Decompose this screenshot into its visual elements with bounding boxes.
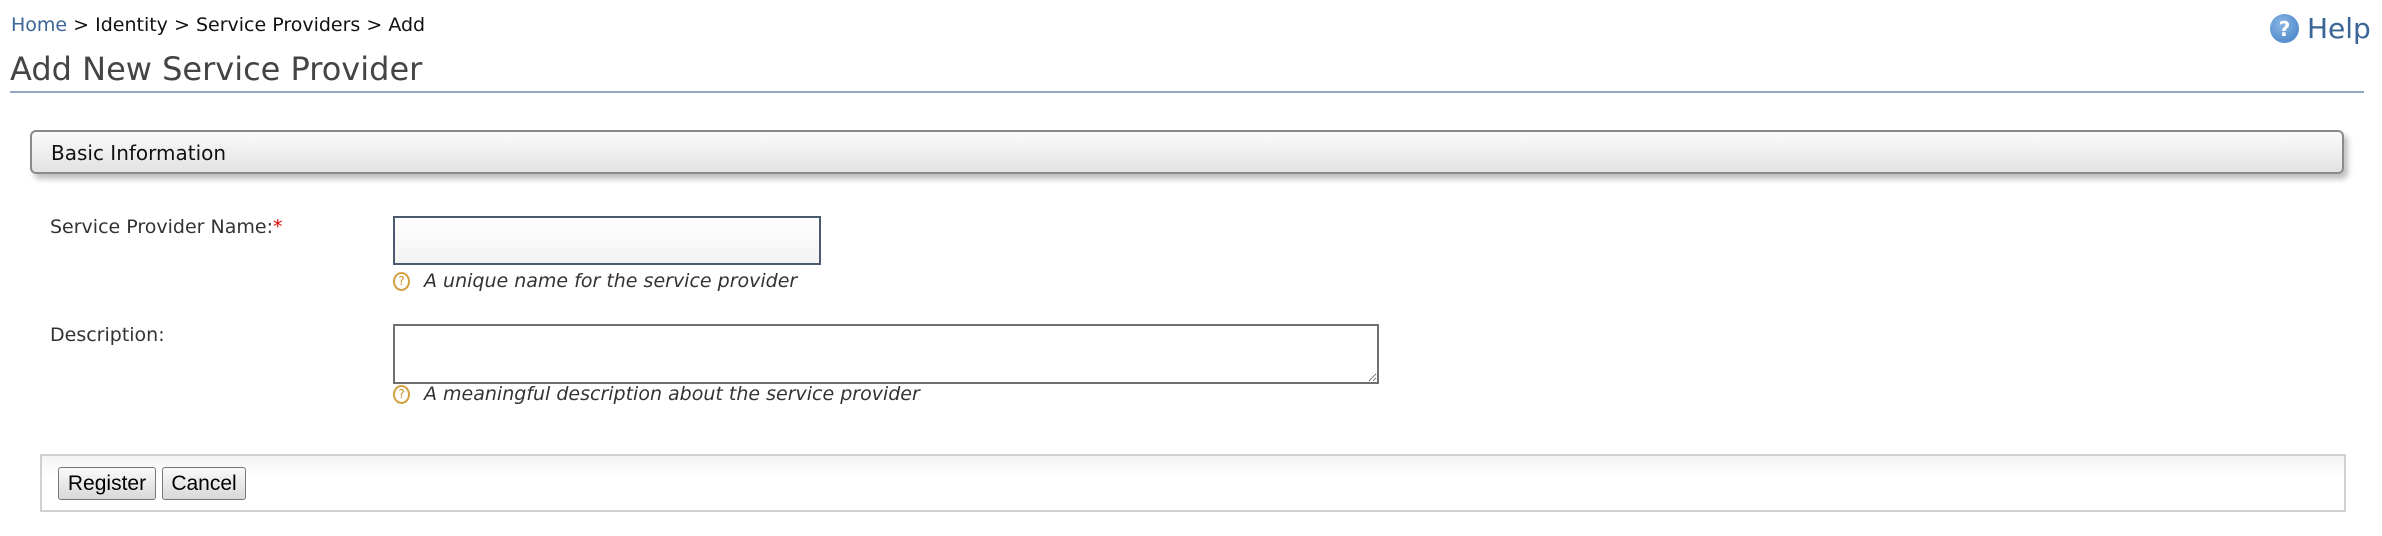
- section-title: Basic Information: [51, 141, 227, 165]
- title-divider: [10, 91, 2364, 93]
- breadcrumb-separator: >: [67, 14, 96, 36]
- label-text: Service Provider Name:: [50, 216, 273, 238]
- description-textarea[interactable]: [393, 324, 1379, 384]
- service-provider-name-label: Service Provider Name:*: [50, 216, 282, 238]
- breadcrumb-add: Add: [388, 14, 426, 36]
- basic-information-section-header[interactable]: Basic Information: [30, 130, 2344, 174]
- service-provider-name-input[interactable]: [393, 216, 821, 265]
- description-label: Description:: [50, 324, 165, 346]
- breadcrumb-identity: Identity: [95, 14, 168, 36]
- cancel-button[interactable]: Cancel: [162, 467, 246, 500]
- hint-text: A unique name for the service provider: [424, 270, 798, 292]
- help-circle-icon: ?: [2270, 14, 2299, 43]
- breadcrumb: Home > Identity > Service Providers > Ad…: [11, 14, 425, 36]
- page-title: Add New Service Provider: [10, 50, 423, 88]
- description-hint: ? A meaningful description about the serv…: [393, 383, 920, 405]
- name-hint: ? A unique name for the service provider: [393, 270, 797, 292]
- breadcrumb-home-link[interactable]: Home: [11, 14, 67, 36]
- help-label: Help: [2307, 12, 2371, 45]
- required-mark: *: [272, 216, 283, 238]
- button-bar: [40, 454, 2346, 512]
- help-hint-icon: ?: [393, 271, 410, 291]
- breadcrumb-separator: >: [360, 14, 389, 36]
- breadcrumb-separator: >: [167, 14, 196, 36]
- help-hint-icon: ?: [393, 384, 410, 404]
- register-button[interactable]: Register: [58, 467, 156, 500]
- help-link[interactable]: ? Help: [2270, 12, 2371, 45]
- hint-text: A meaningful description about the servi…: [424, 383, 920, 405]
- breadcrumb-service-providers: Service Providers: [195, 14, 361, 36]
